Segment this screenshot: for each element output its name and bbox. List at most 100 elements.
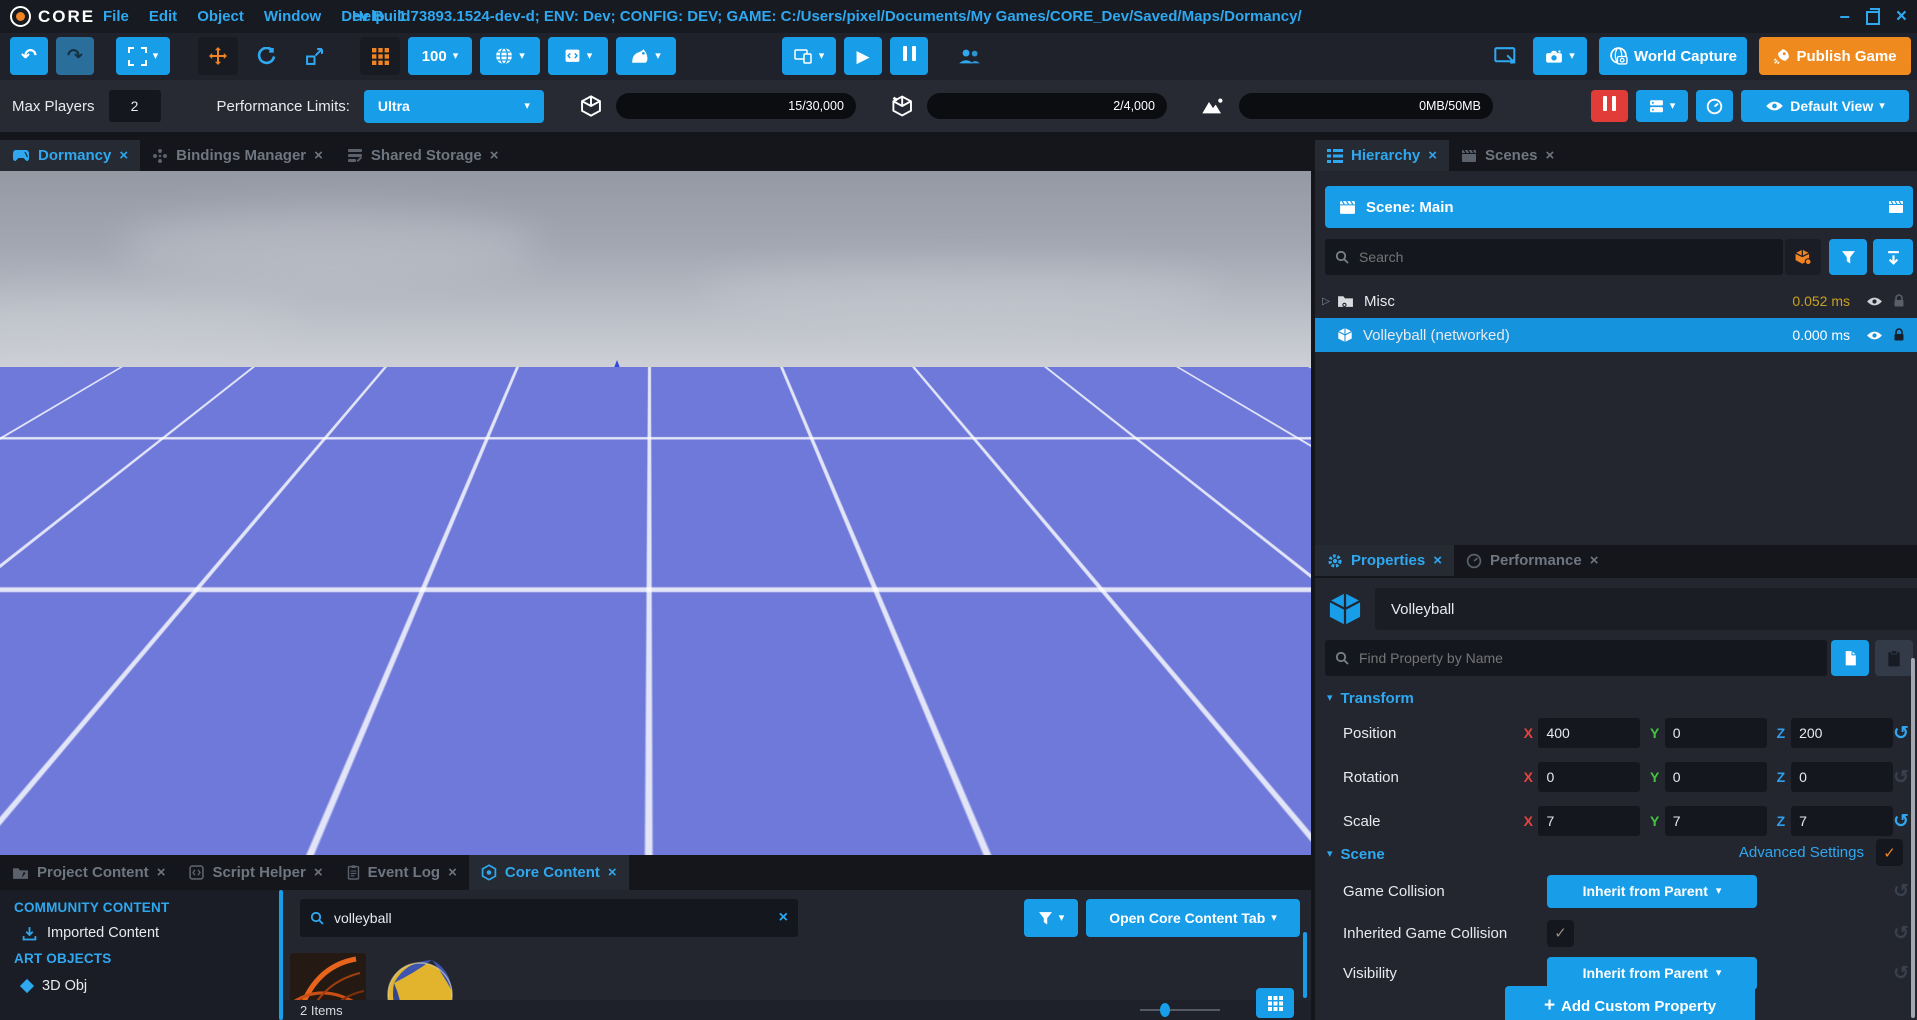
selection-mode-dropdown[interactable]: ▾ — [116, 37, 170, 75]
close-tab-icon[interactable]: × — [1546, 147, 1555, 164]
content-filter-dropdown[interactable]: ▾ — [1024, 899, 1078, 937]
scene-viewport[interactable] — [0, 171, 1311, 855]
close-tab-icon[interactable]: × — [157, 864, 166, 881]
preview-mode-dropdown[interactable]: ▾ — [782, 37, 836, 75]
lock-icon[interactable] — [1893, 328, 1905, 342]
tab-performance[interactable]: Performance × — [1454, 545, 1610, 576]
terrain-dropdown[interactable]: ▾ — [616, 37, 676, 75]
tab-core-content[interactable]: Core Content × — [469, 855, 629, 890]
move-tool-button[interactable] — [198, 37, 238, 75]
thumbnail-size-slider-handle[interactable] — [1160, 1003, 1170, 1017]
close-tab-icon[interactable]: × — [608, 864, 617, 881]
open-core-content-tab-button[interactable]: Open Core Content Tab ▾ — [1086, 899, 1300, 937]
rotate-tool-button[interactable] — [246, 37, 286, 75]
visibility-dropdown[interactable]: Inherit from Parent ▾ — [1547, 957, 1757, 990]
hierarchy-search[interactable] — [1325, 239, 1783, 275]
transform-gizmo[interactable] — [480, 340, 800, 600]
content-search-input[interactable] — [332, 909, 771, 927]
clear-search-icon[interactable]: × — [779, 909, 788, 927]
reset-position-icon[interactable]: ↺ — [1893, 724, 1909, 743]
transform-section-header[interactable]: ▾ Transform — [1327, 690, 1414, 707]
scene-selector-dropdown[interactable]: Scene: Main ▾ — [1325, 186, 1899, 228]
tab-project-content[interactable]: Project Content × — [0, 855, 177, 890]
publish-game-button[interactable]: Publish Game — [1759, 37, 1911, 75]
thumbnail-size-slider-track[interactable] — [1140, 1009, 1220, 1011]
tab-shared-storage[interactable]: Shared Storage × — [335, 140, 511, 171]
performance-monitor-button[interactable] — [1696, 90, 1733, 122]
script-dropdown[interactable]: ▾ — [548, 37, 608, 75]
reset-inherited-icon[interactable]: ↺ — [1893, 924, 1909, 943]
add-custom-property-button[interactable]: + Add Custom Property — [1505, 986, 1755, 1020]
content-search[interactable]: × — [300, 899, 798, 937]
close-tab-icon[interactable]: × — [1433, 552, 1442, 569]
menu-edit[interactable]: Edit — [149, 8, 177, 25]
world-tools-dropdown[interactable]: ▾ — [480, 37, 540, 75]
hierarchy-row-misc[interactable]: ▷ Misc 0.052 ms — [1315, 284, 1917, 318]
copy-properties-button[interactable] — [1831, 640, 1869, 676]
advanced-settings-checkbox[interactable]: ✓ — [1876, 839, 1903, 866]
reset-visibility-icon[interactable]: ↺ — [1893, 964, 1909, 983]
scene-section-header[interactable]: ▾ Scene — [1327, 846, 1385, 863]
hierarchy-search-input[interactable] — [1357, 248, 1773, 266]
sidebar-item-3d-objects[interactable]: 3D Obj — [0, 966, 279, 994]
tab-dormancy[interactable]: Dormancy × — [0, 140, 140, 171]
properties-scrollbar[interactable] — [1911, 658, 1915, 1018]
screen-share-button[interactable] — [1491, 37, 1521, 75]
close-tab-icon[interactable]: × — [1428, 147, 1437, 164]
restore-button[interactable] — [1866, 11, 1880, 25]
tab-properties[interactable]: Properties × — [1315, 545, 1454, 576]
rotation-x-input[interactable] — [1538, 762, 1640, 792]
gizmo-x-axis-dot[interactable] — [576, 443, 590, 457]
menu-file[interactable]: File — [103, 8, 129, 25]
save-dropdown[interactable]: ▾ — [1636, 90, 1688, 122]
snap-size-dropdown[interactable]: 100 ▾ — [408, 37, 472, 75]
advanced-settings-link[interactable]: Advanced Settings — [1739, 844, 1864, 861]
gizmo-y-axis[interactable] — [617, 452, 692, 457]
position-z-input[interactable] — [1791, 718, 1893, 748]
close-tab-icon[interactable]: × — [314, 147, 323, 164]
hierarchy-row-volleyball[interactable]: Volleyball (networked) 0.000 ms — [1315, 318, 1917, 352]
position-x-input[interactable] — [1538, 718, 1640, 748]
game-collision-dropdown[interactable]: Inherit from Parent ▾ — [1547, 875, 1757, 908]
performance-limits-dropdown[interactable]: Ultra ▾ — [364, 90, 544, 123]
tab-event-log[interactable]: Event Log × — [335, 855, 469, 890]
multiplayer-preview-button[interactable] — [954, 37, 984, 75]
max-players-input[interactable] — [109, 90, 161, 122]
paste-properties-button[interactable] — [1875, 640, 1913, 676]
close-button[interactable]: × — [1896, 7, 1907, 26]
scale-y-input[interactable] — [1665, 806, 1767, 836]
rotation-y-input[interactable] — [1665, 762, 1767, 792]
camera-capture-dropdown[interactable]: ▾ — [1533, 37, 1587, 75]
pause-simulation-button[interactable] — [1591, 90, 1628, 122]
reset-scale-icon[interactable]: ↺ — [1893, 812, 1909, 831]
default-view-dropdown[interactable]: Default View ▾ — [1741, 90, 1909, 122]
visibility-eye-icon[interactable] — [1866, 330, 1883, 341]
content-scrollbar[interactable] — [1303, 932, 1307, 998]
grid-view-toggle[interactable] — [1256, 988, 1294, 1018]
sidebar-item-imported-content[interactable]: Imported Content — [0, 915, 279, 941]
reset-rotation-icon[interactable]: ↺ — [1893, 768, 1909, 787]
lock-icon[interactable] — [1893, 294, 1905, 308]
redo-button[interactable]: ↷ — [56, 37, 94, 75]
inherited-game-collision-checkbox[interactable]: ✓ — [1547, 920, 1574, 947]
scale-z-input[interactable] — [1791, 806, 1893, 836]
tab-hierarchy[interactable]: Hierarchy × — [1315, 140, 1449, 171]
reset-game-collision-icon[interactable]: ↺ — [1893, 882, 1909, 901]
close-tab-icon[interactable]: × — [119, 147, 128, 164]
property-search[interactable] — [1325, 640, 1827, 676]
collapse-all-button[interactable] — [1873, 239, 1913, 275]
hierarchy-filter-button[interactable] — [1829, 239, 1867, 275]
close-tab-icon[interactable]: × — [314, 864, 323, 881]
grid-snap-button[interactable] — [360, 37, 400, 75]
minimize-button[interactable]: − — [1839, 8, 1850, 26]
rotation-z-input[interactable] — [1791, 762, 1893, 792]
menu-help[interactable]: Help — [352, 8, 385, 25]
pause-button[interactable] — [890, 37, 928, 75]
scale-x-input[interactable] — [1538, 806, 1640, 836]
scale-tool-button[interactable] — [294, 37, 334, 75]
undo-button[interactable]: ↶ — [10, 37, 48, 75]
close-tab-icon[interactable]: × — [448, 864, 457, 881]
tab-bindings-manager[interactable]: Bindings Manager × — [140, 140, 335, 171]
menu-object[interactable]: Object — [197, 8, 244, 25]
tab-scenes[interactable]: Scenes × — [1449, 140, 1566, 171]
